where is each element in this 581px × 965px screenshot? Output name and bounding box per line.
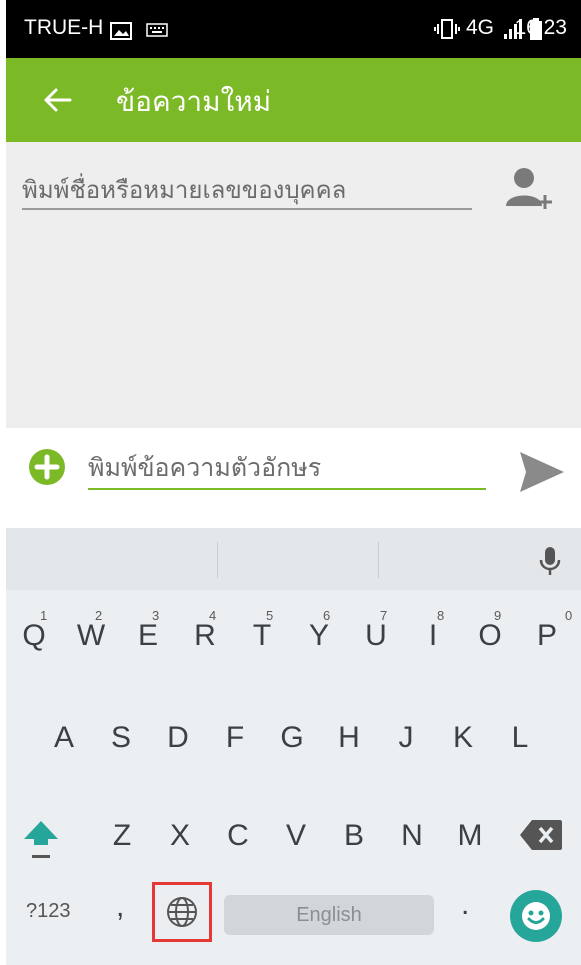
phone-screen: TRUE-H 4G 16:23 ข้อความใหม่ พิมพ์ชื่อหรื…: [6, 0, 581, 965]
language-switch-key[interactable]: [152, 882, 212, 942]
backspace-icon[interactable]: [518, 818, 564, 852]
app-bar: ข้อความใหม่: [6, 58, 581, 142]
key-o[interactable]: O9: [462, 606, 518, 666]
key-x[interactable]: X: [152, 806, 208, 866]
key-i[interactable]: I8: [405, 606, 461, 666]
key-l[interactable]: L: [492, 708, 548, 768]
globe-icon: [167, 897, 197, 927]
key-hint: 3: [152, 608, 160, 623]
comma-key[interactable]: ,: [116, 890, 124, 924]
vibrate-icon: [434, 19, 460, 39]
key-hint: 2: [95, 608, 103, 623]
key-r[interactable]: R4: [177, 606, 233, 666]
key-m[interactable]: M: [442, 806, 498, 866]
key-q[interactable]: Q1: [6, 606, 62, 666]
image-notification-icon: [110, 22, 132, 40]
key-g[interactable]: G: [264, 708, 320, 768]
key-z[interactable]: Z: [94, 806, 150, 866]
key-v[interactable]: V: [268, 806, 324, 866]
back-arrow-icon[interactable]: [40, 82, 76, 118]
keyboard: Q1 W2 E3 R4 T5 Y6 U7 I8 O9 P0 A S D F G …: [6, 528, 581, 965]
status-bar: TRUE-H 4G 16:23: [6, 0, 581, 58]
compose-bar: พิมพ์ข้อความตัวอักษร: [6, 428, 581, 528]
add-contact-icon[interactable]: [504, 164, 552, 214]
key-t[interactable]: T5: [234, 606, 290, 666]
suggestion-strip: [6, 528, 581, 590]
key-hint: 7: [380, 608, 388, 623]
carrier-label: TRUE-H: [24, 16, 104, 39]
key-hint: 8: [437, 608, 445, 623]
keyboard-notification-icon: [146, 23, 168, 37]
suggestion-divider: [217, 542, 218, 578]
microphone-icon[interactable]: [538, 546, 562, 576]
key-hint: 9: [494, 608, 502, 623]
suggestion-divider: [378, 542, 379, 578]
key-u[interactable]: U7: [348, 606, 404, 666]
key-hint: 5: [266, 608, 274, 623]
send-icon[interactable]: [516, 446, 568, 498]
shift-icon[interactable]: [20, 815, 62, 863]
key-hint: 1: [40, 608, 48, 623]
key-f[interactable]: F: [207, 708, 263, 768]
clock: 16:23: [514, 16, 567, 39]
key-hint: 6: [323, 608, 331, 623]
key-k[interactable]: K: [435, 708, 491, 768]
key-hint: 4: [209, 608, 217, 623]
key-p[interactable]: P0: [519, 606, 575, 666]
message-input[interactable]: พิมพ์ข้อความตัวอักษร: [88, 448, 486, 490]
plus-circle-icon[interactable]: [28, 448, 66, 486]
recipient-input[interactable]: พิมพ์ชื่อหรือหมายเลขของบุคคล: [22, 170, 472, 210]
key-y[interactable]: Y6: [291, 606, 347, 666]
key-c[interactable]: C: [210, 806, 266, 866]
key-b[interactable]: B: [326, 806, 382, 866]
key-e[interactable]: E3: [120, 606, 176, 666]
key-s[interactable]: S: [93, 708, 149, 768]
spacebar[interactable]: English: [224, 895, 434, 935]
key-a[interactable]: A: [36, 708, 92, 768]
key-n[interactable]: N: [384, 806, 440, 866]
symbols-key[interactable]: ?123: [26, 900, 71, 923]
key-hint: 0: [565, 608, 573, 623]
network-type: 4G: [466, 16, 495, 39]
key-j[interactable]: J: [378, 708, 434, 768]
recipient-area: พิมพ์ชื่อหรือหมายเลขของบุคคล: [6, 142, 581, 428]
page-title: ข้อความใหม่: [116, 85, 272, 118]
smiley-icon: [522, 902, 550, 930]
key-d[interactable]: D: [150, 708, 206, 768]
emoji-key[interactable]: [510, 890, 562, 942]
key-h[interactable]: H: [321, 708, 377, 768]
period-key[interactable]: .: [461, 888, 469, 922]
key-w[interactable]: W2: [63, 606, 119, 666]
